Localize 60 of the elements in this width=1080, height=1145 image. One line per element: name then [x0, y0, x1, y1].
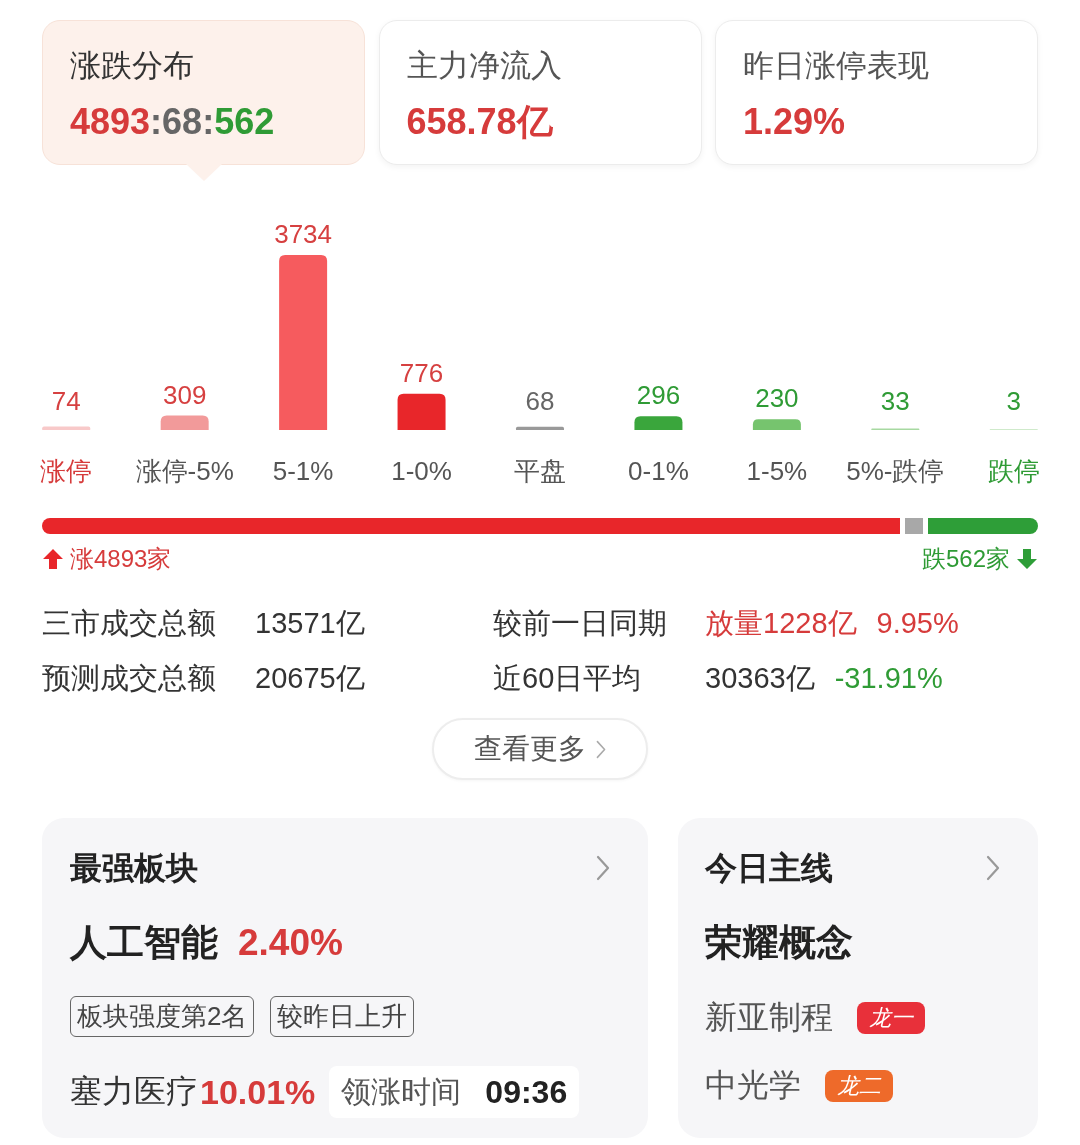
category-label: 涨停	[40, 456, 93, 486]
value-label: 296	[636, 380, 681, 411]
category-label: 1-5%	[746, 456, 808, 486]
view-more-button[interactable]: 查看更多	[432, 718, 648, 780]
sector-tag: 板块强度第2名	[70, 996, 255, 1037]
card-value: 658.78亿	[406, 100, 553, 144]
summary-card[interactable]: 主力净流入 658.78亿	[378, 20, 702, 165]
chevron-right-icon[interactable]	[596, 855, 610, 881]
category-label: 0-1%	[628, 456, 689, 486]
stat-label: 预测成交总额	[42, 661, 217, 696]
value-label: 33	[880, 386, 910, 416]
value-label: 776	[399, 357, 444, 388]
rise-count: 涨4893家	[70, 546, 172, 572]
rank-badge: 龙二	[825, 1070, 893, 1102]
lead-time-label: 领涨时间	[341, 1073, 462, 1110]
category-label: 1-0%	[391, 456, 452, 486]
leader-stock-change: 10.01%	[200, 1072, 316, 1112]
value-label: 3734	[274, 219, 333, 249]
fall-count: 跌562家	[921, 546, 1010, 572]
down-arrow-icon	[1016, 548, 1038, 570]
sector-change: 2.40%	[238, 921, 343, 965]
value-label: 3	[1006, 386, 1021, 416]
chevron-right-icon[interactable]	[986, 855, 1000, 881]
leader-stock-name: 塞力医疗	[70, 1072, 198, 1111]
category-label: 跌停	[987, 456, 1040, 486]
value-label: 309	[162, 379, 207, 410]
stat-value: -31.91%	[834, 661, 943, 696]
value-label: 68	[525, 386, 555, 416]
card-title: 涨跌分布	[70, 47, 194, 85]
theme-name: 荣耀概念	[705, 921, 853, 965]
value-label: 74	[51, 386, 81, 416]
stat-value: 20675亿	[255, 661, 365, 696]
category-label: 5%-跌停	[846, 456, 945, 486]
card-value: 1.29%	[743, 100, 846, 144]
chevron-right-icon	[596, 739, 606, 759]
summary-card[interactable]: 昨日涨停表现 1.29%	[715, 20, 1038, 165]
stat-value: 9.95%	[876, 606, 959, 641]
card-title: 昨日涨停表现	[743, 47, 929, 85]
category-label: 5-1%	[272, 456, 334, 486]
card-title: 今日主线	[705, 849, 833, 888]
value-label: 230	[755, 383, 799, 414]
stat-label: 较前一日同期	[493, 606, 668, 641]
sector-name: 人工智能	[70, 921, 218, 965]
stat-value: 放量1228亿	[705, 606, 857, 641]
rank-badge: 龙一	[857, 1002, 925, 1034]
card-title: 主力净流入	[406, 47, 562, 85]
stat-label: 三市成交总额	[42, 606, 217, 641]
card-title: 最强板块	[70, 849, 198, 888]
stock-name: 中光学	[705, 1066, 801, 1105]
summary-card[interactable]: 涨跌分布 4893:68:562	[42, 20, 365, 165]
lead-time: 09:36	[485, 1073, 568, 1111]
category-label: 平盘	[514, 456, 566, 486]
stat-value: 13571亿	[255, 606, 365, 641]
card-value: 4893:68:562	[70, 100, 275, 144]
stat-label: 近60日平均	[493, 661, 643, 696]
up-arrow-icon	[42, 548, 64, 570]
category-label: 涨停-5%	[135, 456, 234, 486]
stat-value: 30363亿	[705, 661, 815, 696]
sector-tag: 较昨日上升	[270, 996, 415, 1037]
stock-name: 新亚制程	[705, 998, 833, 1037]
